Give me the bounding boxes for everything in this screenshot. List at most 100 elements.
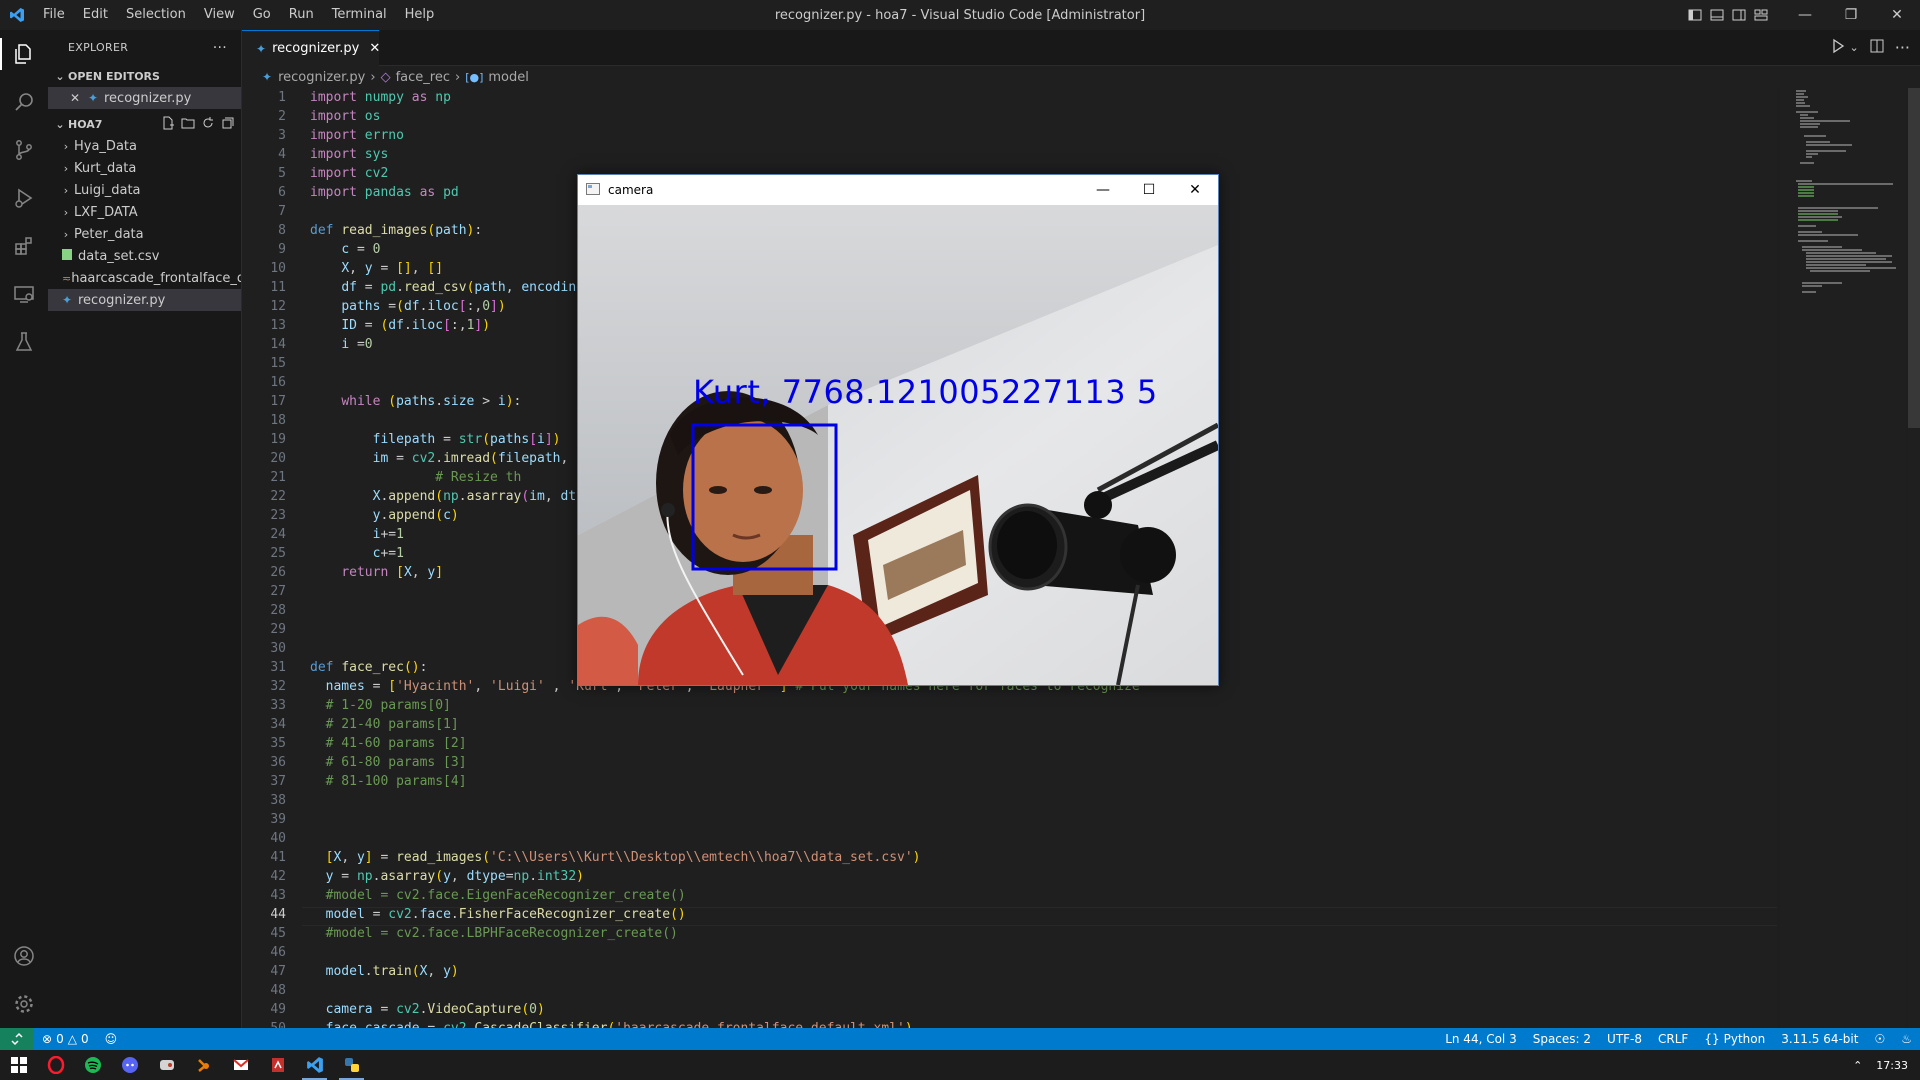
recognition-label: Kurt, 7768.121005227113 5 bbox=[693, 373, 1158, 411]
braces-icon: {} bbox=[1704, 1032, 1720, 1046]
menu-go[interactable]: Go bbox=[244, 0, 280, 30]
refresh-icon[interactable] bbox=[201, 116, 215, 133]
chevron-right-icon: › bbox=[63, 183, 69, 197]
indentation[interactable]: Spaces: 2 bbox=[1525, 1032, 1599, 1046]
tree-item-file[interactable]: data_set.csv bbox=[48, 245, 241, 267]
menu-edit[interactable]: Edit bbox=[74, 0, 117, 30]
breadcrumb-variable[interactable]: model bbox=[488, 70, 528, 85]
remote-explorer-icon[interactable] bbox=[0, 270, 48, 318]
language-label: Python bbox=[1723, 1032, 1766, 1046]
python-taskbar-icon[interactable] bbox=[333, 1050, 370, 1080]
testing-icon[interactable] bbox=[0, 318, 48, 366]
tree-item-file[interactable]: ≂ haarcascade_frontalface_d... bbox=[48, 267, 241, 289]
file-encoding[interactable]: UTF-8 bbox=[1599, 1032, 1650, 1046]
windows-start-icon[interactable] bbox=[0, 1050, 37, 1080]
code-line: 36 # 61-80 params [3] bbox=[270, 755, 467, 770]
tree-item-label: Luigi_data bbox=[74, 182, 141, 198]
camera-minimize-button[interactable]: — bbox=[1080, 175, 1126, 205]
explorer-icon[interactable] bbox=[0, 30, 48, 78]
spotify-icon[interactable] bbox=[74, 1050, 111, 1080]
problems-indicator[interactable]: ⊗ 0 △ 0 bbox=[34, 1032, 97, 1046]
code-line: 42 y = np.asarray(y, dtype=np.int32) bbox=[270, 869, 584, 884]
tree-item-file[interactable]: ✦ recognizer.py bbox=[48, 289, 241, 311]
tree-item-label: haarcascade_frontalface_d... bbox=[71, 270, 241, 286]
run-debug-icon[interactable] bbox=[0, 174, 48, 222]
clock-time[interactable]: 17:33 bbox=[1876, 1059, 1908, 1072]
menu-bar: File Edit Selection View Go Run Terminal… bbox=[34, 0, 443, 30]
toggle-primary-sidebar-icon[interactable] bbox=[1684, 0, 1706, 30]
line-ending[interactable]: CRLF bbox=[1650, 1032, 1696, 1046]
new-file-icon[interactable] bbox=[161, 116, 175, 133]
tree-item-folder[interactable]: › Kurt_data bbox=[48, 157, 241, 179]
open-editor-item[interactable]: ✕ ✦ recognizer.py bbox=[48, 87, 241, 109]
restore-button[interactable]: ❐ bbox=[1828, 0, 1874, 30]
feedback-icon[interactable]: ☺ bbox=[97, 1032, 126, 1046]
code-line: 44 model = cv2.face.FisherFaceRecognizer… bbox=[270, 907, 686, 922]
warning-icon: △ bbox=[67, 1032, 77, 1046]
tree-item-folder[interactable]: › Peter_data bbox=[48, 223, 241, 245]
blender-icon[interactable] bbox=[185, 1050, 222, 1080]
vscode-taskbar-icon[interactable] bbox=[296, 1050, 333, 1080]
gmail-icon[interactable] bbox=[222, 1050, 259, 1080]
language-mode[interactable]: {} Python bbox=[1696, 1032, 1773, 1046]
menu-help[interactable]: Help bbox=[396, 0, 444, 30]
cursor-position[interactable]: Ln 44, Col 3 bbox=[1437, 1032, 1525, 1046]
windows-taskbar: ⌃ 17:33 bbox=[0, 1050, 1920, 1080]
camera-titlebar[interactable]: camera — ☐ ✕ bbox=[578, 175, 1218, 205]
discord-icon[interactable] bbox=[111, 1050, 148, 1080]
remote-indicator[interactable] bbox=[0, 1028, 34, 1050]
search-icon[interactable] bbox=[0, 78, 48, 126]
broadcast-icon[interactable]: ☉ bbox=[1866, 1032, 1893, 1046]
new-folder-icon[interactable] bbox=[181, 116, 195, 133]
camera-window[interactable]: camera — ☐ ✕ Kurt, 7768.121005227113 5 bbox=[577, 174, 1219, 686]
run-python-file-icon[interactable] bbox=[1830, 38, 1846, 58]
more-actions-icon[interactable]: ··· bbox=[1895, 38, 1910, 57]
chevron-right-icon: › bbox=[63, 161, 69, 175]
chevron-up-icon[interactable]: ⌃ bbox=[1853, 1059, 1862, 1072]
code-line: 47 model.train(X, y) bbox=[270, 964, 459, 979]
menu-file[interactable]: File bbox=[34, 0, 74, 30]
status-bar: ⊗ 0 △ 0 ☺ Ln 44, Col 3 Spaces: 2 UTF-8 CRL… bbox=[0, 1028, 1920, 1050]
camera-close-button[interactable]: ✕ bbox=[1172, 175, 1218, 205]
minimize-button[interactable]: — bbox=[1782, 0, 1828, 30]
tree-item-folder[interactable]: › LXF_DATA bbox=[48, 201, 241, 223]
tree-item-folder[interactable]: › Hya_Data bbox=[48, 135, 241, 157]
manage-gear-icon[interactable] bbox=[0, 980, 48, 1028]
code-line: 50 face_cascade = cv2.CascadeClassifier(… bbox=[242, 1019, 1777, 1028]
close-editor-icon[interactable]: ✕ bbox=[70, 91, 88, 105]
folder-section-hoa7[interactable]: ⌄ HOA7 bbox=[48, 113, 241, 135]
customize-layout-icon[interactable] bbox=[1750, 0, 1772, 30]
extensions-icon[interactable] bbox=[0, 222, 48, 270]
breadcrumb-function[interactable]: face_rec bbox=[396, 70, 450, 85]
close-button[interactable]: ✕ bbox=[1874, 0, 1920, 30]
toggle-secondary-sidebar-icon[interactable] bbox=[1728, 0, 1750, 30]
accounts-icon[interactable] bbox=[0, 932, 48, 980]
toggle-panel-icon[interactable] bbox=[1706, 0, 1728, 30]
camera-maximize-button[interactable]: ☐ bbox=[1126, 175, 1172, 205]
camera-window-title: camera bbox=[608, 183, 654, 197]
chevron-down-icon[interactable]: ⌄ bbox=[1850, 41, 1859, 54]
menu-run[interactable]: Run bbox=[280, 0, 323, 30]
menu-view[interactable]: View bbox=[195, 0, 244, 30]
breadcrumb-file[interactable]: recognizer.py bbox=[278, 70, 365, 85]
menu-selection[interactable]: Selection bbox=[117, 0, 195, 30]
tab-recognizer-py[interactable]: ✦ recognizer.py ✕ bbox=[242, 30, 380, 66]
code-line: 45 #model = cv2.face.LBPHFaceRecognizer_… bbox=[270, 926, 678, 941]
close-tab-icon[interactable]: ✕ bbox=[369, 41, 380, 56]
opera-gx-icon[interactable] bbox=[37, 1050, 74, 1080]
tree-item-folder[interactable]: › Luigi_data bbox=[48, 179, 241, 201]
minimap[interactable] bbox=[1780, 88, 1906, 1028]
collapse-all-icon[interactable] bbox=[221, 116, 235, 133]
game-app-icon[interactable] bbox=[148, 1050, 185, 1080]
pdf-reader-icon[interactable] bbox=[259, 1050, 296, 1080]
split-editor-icon[interactable] bbox=[1869, 38, 1885, 58]
source-control-icon[interactable] bbox=[0, 126, 48, 174]
scrollbar-thumb[interactable] bbox=[1908, 88, 1920, 428]
python-interpreter[interactable]: 3.11.5 64-bit bbox=[1773, 1032, 1866, 1046]
menu-terminal[interactable]: Terminal bbox=[323, 0, 396, 30]
tree-item-label: Peter_data bbox=[74, 226, 144, 242]
chevron-right-icon: › bbox=[370, 69, 376, 85]
notifications-bell-icon[interactable]: ♨ bbox=[1893, 1032, 1920, 1046]
open-editors-section[interactable]: ⌄ OPEN EDITORS bbox=[48, 65, 241, 87]
more-actions-icon[interactable]: ··· bbox=[213, 40, 227, 56]
